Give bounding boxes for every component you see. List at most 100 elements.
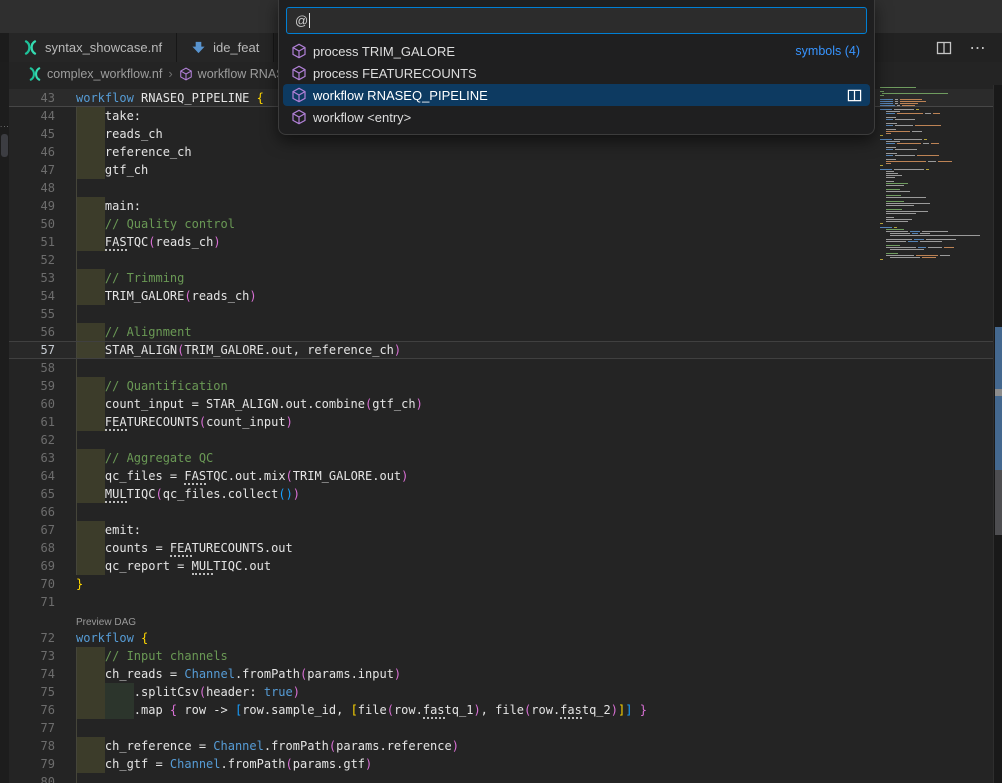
code-line[interactable]: 77 bbox=[9, 719, 993, 737]
code-line[interactable]: 63 // Aggregate QC bbox=[9, 449, 993, 467]
nextflow-icon bbox=[28, 67, 42, 81]
line-number[interactable]: 77 bbox=[9, 719, 55, 737]
code-line[interactable]: 79 ch_gtf = Channel.fromPath(params.gtf) bbox=[9, 755, 993, 773]
minimap-line bbox=[880, 237, 992, 238]
scrollbar-thumb[interactable] bbox=[995, 470, 1002, 535]
code-line[interactable]: 62 bbox=[9, 431, 993, 449]
line-number[interactable]: 74 bbox=[9, 665, 55, 683]
line-number[interactable]: 63 bbox=[9, 449, 55, 467]
line-number[interactable]: 60 bbox=[9, 395, 55, 413]
line-number[interactable]: 43 bbox=[9, 89, 55, 107]
line-number[interactable]: 68 bbox=[9, 539, 55, 557]
rail-scrollbar-thumb[interactable] bbox=[1, 134, 8, 157]
code-line[interactable]: 67 emit: bbox=[9, 521, 993, 539]
code-line[interactable]: 70} bbox=[9, 575, 993, 593]
minimap-line bbox=[880, 141, 992, 142]
code-line[interactable]: 75 .splitCsv(header: true) bbox=[9, 683, 993, 701]
line-number[interactable]: 66 bbox=[9, 503, 55, 521]
code-line[interactable]: 61 FEATURECOUNTS(count_input) bbox=[9, 413, 993, 431]
code-line[interactable]: 69 qc_report = MULTIQC.out bbox=[9, 557, 993, 575]
code-editor[interactable]: 43workflow RNASEQ_PIPELINE {44 take:45 r… bbox=[9, 85, 993, 783]
vscode-window: syntax_showcase.nf ide_feat ⋯ complex_wo… bbox=[0, 0, 1002, 783]
code-line[interactable]: 56 // Alignment bbox=[9, 323, 993, 341]
code-line[interactable]: 73 // Input channels bbox=[9, 647, 993, 665]
code-line[interactable]: 57 STAR_ALIGN(TRIM_GALORE.out, reference… bbox=[9, 341, 993, 359]
quick-open-item[interactable]: workflow RNASEQ_PIPELINE bbox=[283, 84, 870, 106]
code-line[interactable]: 47 gtf_ch bbox=[9, 161, 993, 179]
line-number[interactable]: 46 bbox=[9, 143, 55, 161]
code-line[interactable]: 55 bbox=[9, 305, 993, 323]
line-number[interactable]: 44 bbox=[9, 107, 55, 125]
line-number[interactable]: 47 bbox=[9, 161, 55, 179]
line-number[interactable]: 59 bbox=[9, 377, 55, 395]
code-line[interactable]: 71 bbox=[9, 593, 993, 611]
line-number[interactable]: 45 bbox=[9, 125, 55, 143]
minimap[interactable] bbox=[880, 87, 992, 261]
code-lines: 43workflow RNASEQ_PIPELINE {44 take:45 r… bbox=[9, 89, 993, 783]
breadcrumb-file[interactable]: complex_workflow.nf bbox=[47, 67, 162, 81]
split-editor-icon[interactable] bbox=[936, 40, 952, 56]
quick-open-item[interactable]: process TRIM_GALOREsymbols (4) bbox=[283, 40, 870, 62]
line-number[interactable]: 61 bbox=[9, 413, 55, 431]
minimap-line bbox=[880, 159, 992, 160]
code-line[interactable]: 66 bbox=[9, 503, 993, 521]
line-content: take: bbox=[76, 107, 141, 125]
code-line[interactable]: 68 counts = FEATURECOUNTS.out bbox=[9, 539, 993, 557]
line-number[interactable]: 53 bbox=[9, 269, 55, 287]
line-number[interactable]: 80 bbox=[9, 773, 55, 783]
line-number[interactable]: 52 bbox=[9, 251, 55, 269]
code-line[interactable]: 53 // Trimming bbox=[9, 269, 993, 287]
line-number[interactable]: 78 bbox=[9, 737, 55, 755]
code-line[interactable]: 80 bbox=[9, 773, 993, 783]
code-line[interactable]: 59 // Quantification bbox=[9, 377, 993, 395]
line-number[interactable]: 49 bbox=[9, 197, 55, 215]
line-number[interactable]: 62 bbox=[9, 431, 55, 449]
line-number[interactable]: 65 bbox=[9, 485, 55, 503]
code-line[interactable]: 58 bbox=[9, 359, 993, 377]
code-line[interactable]: 74 ch_reads = Channel.fromPath(params.in… bbox=[9, 665, 993, 683]
minimap-line bbox=[880, 179, 992, 180]
line-number[interactable]: 64 bbox=[9, 467, 55, 485]
tab-ide-features[interactable]: ide_feat bbox=[177, 33, 274, 62]
line-number[interactable]: 75 bbox=[9, 683, 55, 701]
line-number[interactable]: 57 bbox=[9, 341, 55, 359]
code-line[interactable]: 72workflow { bbox=[9, 629, 993, 647]
line-number[interactable]: 55 bbox=[9, 305, 55, 323]
line-number[interactable]: 67 bbox=[9, 521, 55, 539]
line-number[interactable]: 79 bbox=[9, 755, 55, 773]
code-line[interactable]: 54 TRIM_GALORE(reads_ch) bbox=[9, 287, 993, 305]
code-line[interactable]: 48 bbox=[9, 179, 993, 197]
line-number[interactable]: 71 bbox=[9, 593, 55, 611]
line-number[interactable]: 50 bbox=[9, 215, 55, 233]
code-line[interactable]: 64 qc_files = FASTQC.out.mix(TRIM_GALORE… bbox=[9, 467, 993, 485]
line-content: TRIM_GALORE(reads_ch) bbox=[76, 287, 257, 305]
code-line[interactable]: 46 reference_ch bbox=[9, 143, 993, 161]
scrollbar[interactable] bbox=[993, 85, 1002, 783]
line-number[interactable]: 48 bbox=[9, 179, 55, 197]
line-number[interactable]: 51 bbox=[9, 233, 55, 251]
quick-open-item[interactable]: process FEATURECOUNTS bbox=[283, 62, 870, 84]
line-number[interactable]: 72 bbox=[9, 629, 55, 647]
quick-open-item[interactable]: workflow <entry> bbox=[283, 106, 870, 128]
code-line[interactable]: 60 count_input = STAR_ALIGN.out.combine(… bbox=[9, 395, 993, 413]
code-line[interactable]: 52 bbox=[9, 251, 993, 269]
code-line[interactable]: 76 .map { row -> [row.sample_id, [file(r… bbox=[9, 701, 993, 719]
codelens-preview-dag[interactable]: Preview DAG bbox=[76, 617, 136, 628]
code-line[interactable]: 49 main: bbox=[9, 197, 993, 215]
line-number[interactable]: 56 bbox=[9, 323, 55, 341]
more-actions-icon[interactable]: ⋯ bbox=[970, 40, 986, 56]
line-number[interactable]: 54 bbox=[9, 287, 55, 305]
line-number[interactable]: 76 bbox=[9, 701, 55, 719]
minimap-line bbox=[880, 231, 992, 232]
code-line[interactable]: 51 FASTQC(reads_ch) bbox=[9, 233, 993, 251]
tab-syntax-showcase[interactable]: syntax_showcase.nf bbox=[9, 33, 177, 62]
line-number[interactable]: 69 bbox=[9, 557, 55, 575]
code-line[interactable]: 78 ch_reference = Channel.fromPath(param… bbox=[9, 737, 993, 755]
line-number[interactable]: 70 bbox=[9, 575, 55, 593]
code-line[interactable]: 50 // Quality control bbox=[9, 215, 993, 233]
line-number[interactable]: 73 bbox=[9, 647, 55, 665]
code-line[interactable]: 65 MULTIQC(qc_files.collect()) bbox=[9, 485, 993, 503]
quick-open-input[interactable]: @ bbox=[286, 7, 867, 34]
open-to-side-icon[interactable] bbox=[847, 88, 862, 103]
line-number[interactable]: 58 bbox=[9, 359, 55, 377]
